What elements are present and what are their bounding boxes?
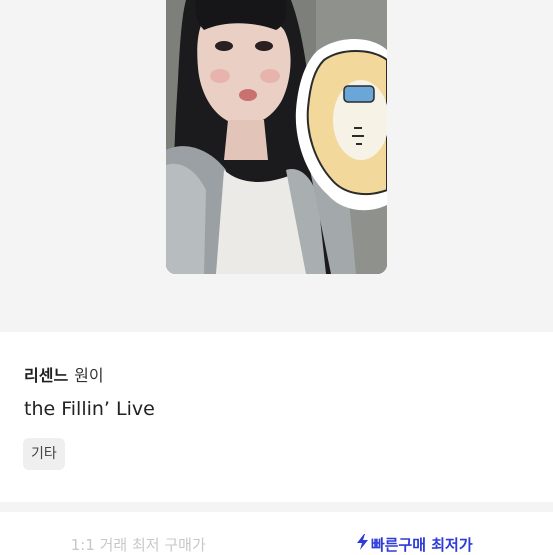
photocard-illustration xyxy=(166,0,387,274)
artist-name[interactable]: 리센느 xyxy=(24,366,68,385)
tab-label: 1:1 거래 최저 구매가 xyxy=(71,534,206,555)
section-divider xyxy=(0,502,553,512)
product-title: the Fillin’ Live xyxy=(24,397,155,421)
tab-quick-buy-lowest-price[interactable]: 빠른구매 최저가 xyxy=(277,512,553,553)
product-image-area xyxy=(0,0,553,332)
category-chip[interactable]: 기타 xyxy=(23,438,65,470)
artist-member-line: 리센느 원이 xyxy=(24,366,104,386)
price-tabs: 1:1 거래 최저 구매가 빠른구매 최저가 xyxy=(0,512,553,553)
member-name: 원이 xyxy=(74,366,103,385)
tab-label: 빠른구매 최저가 xyxy=(371,534,473,555)
photocard-image[interactable] xyxy=(166,0,387,274)
lightning-bolt-icon xyxy=(357,534,368,550)
tab-direct-trade-lowest-price[interactable]: 1:1 거래 최저 구매가 xyxy=(0,512,277,553)
